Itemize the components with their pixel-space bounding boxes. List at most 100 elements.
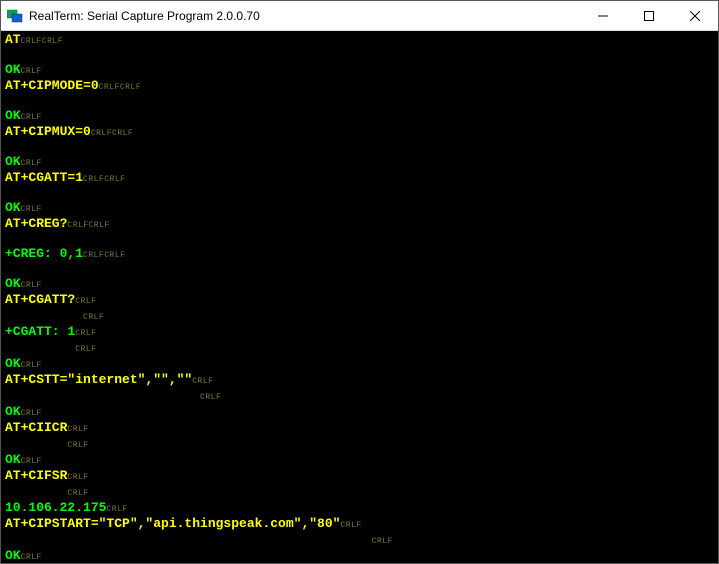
terminal-line: OKCRLF <box>5 549 714 563</box>
terminal-line: AT+CIICRCRLF <box>5 421 714 437</box>
terminal-line <box>5 95 714 109</box>
terminal-text: +CREG: 0,1 <box>5 246 83 261</box>
maximize-button[interactable] <box>626 1 672 30</box>
terminal-text: AT+CSTT="internet","","" <box>5 372 192 387</box>
terminal-line: OKCRLF <box>5 201 714 217</box>
terminal-line: CRLF <box>5 309 714 325</box>
crlf-marker: CRLF <box>106 505 127 514</box>
terminal-line: CRLF <box>5 389 714 405</box>
terminal-text: OK <box>5 452 21 467</box>
terminal-text: 10.106.22.175 <box>5 500 106 515</box>
crlf-marker: CRLF <box>42 37 63 46</box>
crlf-marker: CRLF <box>372 537 393 546</box>
terminal-line: OKCRLF <box>5 405 714 421</box>
terminal-text: AT <box>5 32 21 47</box>
terminal-line: +CREG: 0,1CRLFCRLF <box>5 247 714 263</box>
terminal-line: 10.106.22.175CRLF <box>5 501 714 517</box>
terminal-text <box>5 436 67 451</box>
crlf-marker: CRLF <box>104 251 125 260</box>
crlf-marker: CRLF <box>21 281 42 290</box>
terminal-text: OK <box>5 200 21 215</box>
close-button[interactable] <box>672 1 718 30</box>
terminal-line: +CGATT: 1CRLF <box>5 325 714 341</box>
crlf-marker: CRLF <box>67 425 88 434</box>
terminal-line: AT+CREG?CRLFCRLF <box>5 217 714 233</box>
terminal-line: OKCRLF <box>5 453 714 469</box>
terminal-line: CRLF <box>5 341 714 357</box>
terminal-text <box>5 532 372 547</box>
terminal-output[interactable]: ATCRLFCRLF OKCRLFAT+CIPMODE=0CRLFCRLF OK… <box>1 31 718 563</box>
terminal-line: AT+CGATT=1CRLFCRLF <box>5 171 714 187</box>
terminal-line: OKCRLF <box>5 63 714 79</box>
crlf-marker: CRLF <box>67 221 88 230</box>
crlf-marker: CRLF <box>192 377 213 386</box>
terminal-text: AT+CIPSTART="TCP","api.thingspeak.com","… <box>5 516 340 531</box>
crlf-marker: CRLF <box>99 83 120 92</box>
terminal-line: ATCRLFCRLF <box>5 33 714 49</box>
terminal-text: AT+CIPMODE=0 <box>5 78 99 93</box>
terminal-line <box>5 141 714 155</box>
crlf-marker: CRLF <box>21 457 42 466</box>
window-title: RealTerm: Serial Capture Program 2.0.0.7… <box>29 9 580 23</box>
crlf-marker: CRLF <box>21 409 42 418</box>
terminal-line: AT+CIPSTART="TCP","api.thingspeak.com","… <box>5 517 714 533</box>
terminal-text: OK <box>5 108 21 123</box>
terminal-text: +CGATT: 1 <box>5 324 75 339</box>
terminal-line: OKCRLF <box>5 277 714 293</box>
crlf-marker: CRLF <box>340 521 361 530</box>
terminal-text: OK <box>5 404 21 419</box>
terminal-line: AT+CIPMUX=0CRLFCRLF <box>5 125 714 141</box>
terminal-text: OK <box>5 276 21 291</box>
terminal-text: OK <box>5 356 21 371</box>
crlf-marker: CRLF <box>67 489 88 498</box>
crlf-marker: CRLF <box>67 441 88 450</box>
crlf-marker: CRLF <box>21 553 42 562</box>
terminal-line: AT+CGATT?CRLF <box>5 293 714 309</box>
window-titlebar: RealTerm: Serial Capture Program 2.0.0.7… <box>1 1 718 31</box>
terminal-text: OK <box>5 154 21 169</box>
terminal-line: CRLF <box>5 485 714 501</box>
terminal-text: OK <box>5 62 21 77</box>
terminal-text <box>5 340 75 355</box>
terminal-line <box>5 233 714 247</box>
minimize-button[interactable] <box>580 1 626 30</box>
terminal-text: AT+CREG? <box>5 216 67 231</box>
terminal-text: OK <box>5 548 21 563</box>
terminal-text: AT+CIFSR <box>5 468 67 483</box>
terminal-line <box>5 263 714 277</box>
crlf-marker: CRLF <box>21 113 42 122</box>
terminal-line: AT+CIFSRCRLF <box>5 469 714 485</box>
crlf-marker: CRLF <box>21 361 42 370</box>
app-icon <box>7 8 23 24</box>
terminal-line: OKCRLF <box>5 357 714 373</box>
crlf-marker: CRLF <box>83 313 104 322</box>
terminal-text <box>5 308 83 323</box>
terminal-line: AT+CIPMODE=0CRLFCRLF <box>5 79 714 95</box>
terminal-line: OKCRLF <box>5 109 714 125</box>
terminal-line <box>5 49 714 63</box>
terminal-line: AT+CSTT="internet","",""CRLF <box>5 373 714 389</box>
crlf-marker: CRLF <box>21 37 42 46</box>
crlf-marker: CRLF <box>112 129 133 138</box>
terminal-line: CRLF <box>5 437 714 453</box>
crlf-marker: CRLF <box>104 175 125 184</box>
terminal-text: AT+CGATT? <box>5 292 75 307</box>
terminal-text: AT+CIICR <box>5 420 67 435</box>
crlf-marker: CRLF <box>120 83 141 92</box>
terminal-line <box>5 187 714 201</box>
crlf-marker: CRLF <box>21 67 42 76</box>
crlf-marker: CRLF <box>75 297 96 306</box>
crlf-marker: CRLF <box>89 221 110 230</box>
terminal-text: AT+CIPMUX=0 <box>5 124 91 139</box>
terminal-text <box>5 388 200 403</box>
crlf-marker: CRLF <box>75 345 96 354</box>
crlf-marker: CRLF <box>83 175 104 184</box>
terminal-text: AT+CGATT=1 <box>5 170 83 185</box>
crlf-marker: CRLF <box>91 129 112 138</box>
window-controls <box>580 1 718 30</box>
crlf-marker: CRLF <box>200 393 221 402</box>
terminal-text <box>5 484 67 499</box>
crlf-marker: CRLF <box>83 251 104 260</box>
crlf-marker: CRLF <box>75 329 96 338</box>
crlf-marker: CRLF <box>67 473 88 482</box>
